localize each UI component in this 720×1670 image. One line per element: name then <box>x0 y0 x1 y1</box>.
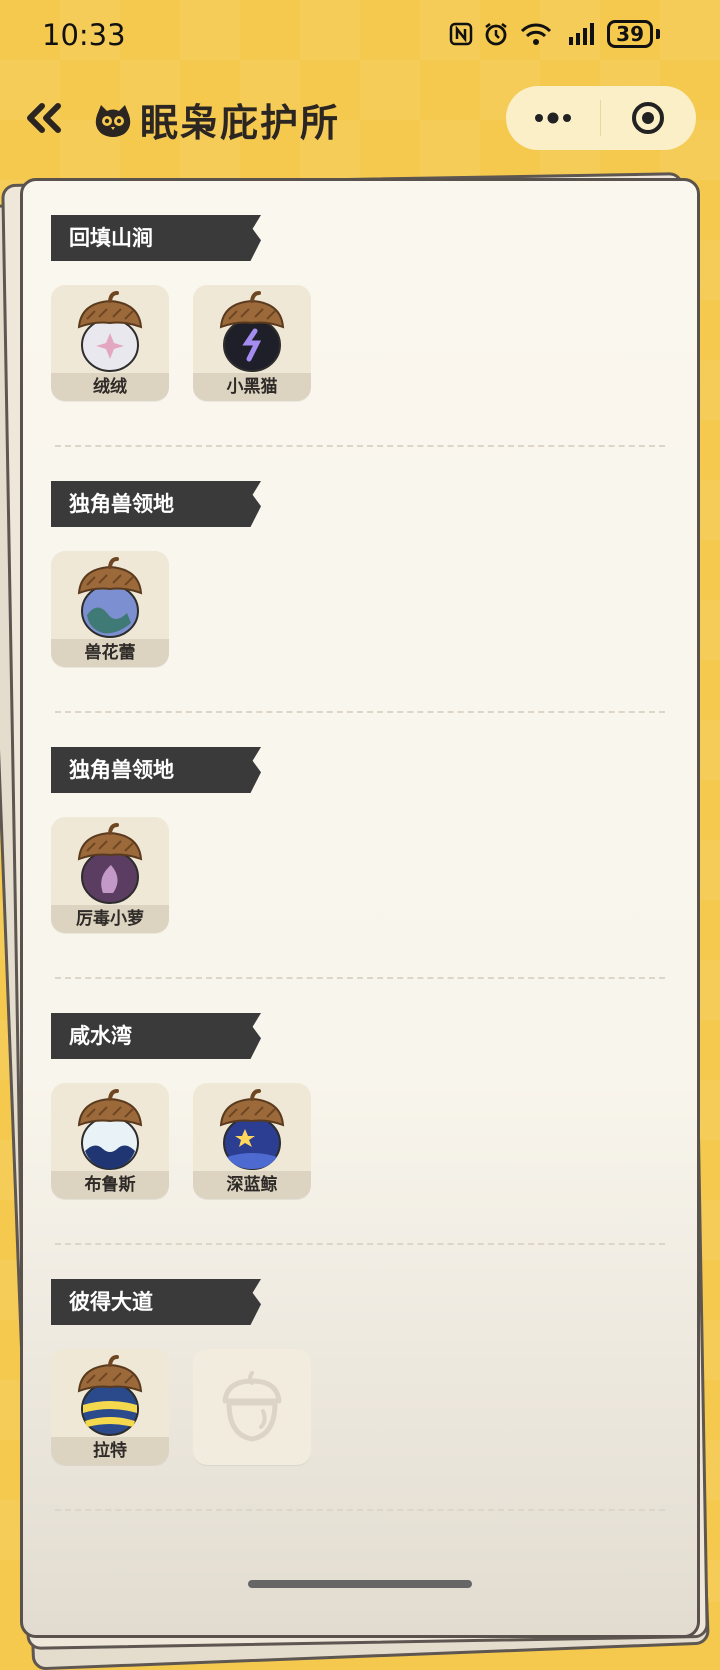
acorn-pet-icon <box>219 291 285 372</box>
pet-name: 绒绒 <box>51 373 169 401</box>
location-section: 咸水湾 布鲁斯 深蓝鲸 <box>51 979 671 1245</box>
battery-indicator: 39 <box>607 20 660 48</box>
pet-card[interactable]: 深蓝鲸 <box>193 1083 311 1199</box>
back-button[interactable] <box>22 100 66 136</box>
pet-card[interactable]: 小黑猫 <box>193 285 311 401</box>
status-time: 10:33 <box>42 18 126 52</box>
empty-slot <box>193 1349 311 1465</box>
battery-tip <box>656 29 660 39</box>
pet-name: 拉特 <box>51 1437 169 1465</box>
acorn-pet-icon <box>77 557 143 638</box>
pet-name: 深蓝鲸 <box>193 1171 311 1199</box>
cellular-signal-icon <box>569 23 595 45</box>
section-divider <box>55 1509 665 1511</box>
location-section: 独角兽领地 厉毒小萝 <box>51 713 671 979</box>
pet-card[interactable]: 布鲁斯 <box>51 1083 169 1199</box>
section-header: 独角兽领地 <box>51 747 261 793</box>
close-miniprogram-button[interactable] <box>601 86 695 150</box>
location-section: 回填山涧 绒绒 小黑猫 <box>51 181 671 447</box>
acorn-placeholder-icon <box>222 1371 282 1442</box>
more-button[interactable] <box>506 86 600 150</box>
home-indicator[interactable] <box>248 1580 472 1588</box>
pet-name: 兽花蕾 <box>51 639 169 667</box>
owl-logo-icon <box>95 104 131 137</box>
item-list: 绒绒 小黑猫 <box>51 285 311 401</box>
section-title: 独角兽领地 <box>69 492 174 516</box>
battery-level: 39 <box>607 20 653 48</box>
wifi-icon <box>521 23 552 45</box>
location-section: 彼得大道 拉特 <box>51 1245 671 1511</box>
acorn-pet-icon <box>77 291 143 372</box>
section-header: 彼得大道 <box>51 1279 261 1325</box>
header: 眠枭庇护所 <box>0 82 720 154</box>
acorn-pet-icon <box>77 1355 143 1436</box>
miniprogram-capsule <box>506 86 696 150</box>
collection-card: 回填山涧 绒绒 小黑猫 独角兽领地 兽花蕾 独角兽领地 厉毒小萝 咸水湾 布鲁斯… <box>20 178 700 1638</box>
location-section: 独角兽领地 兽花蕾 <box>51 447 671 713</box>
pet-card[interactable]: 绒绒 <box>51 285 169 401</box>
section-title: 独角兽领地 <box>69 758 174 782</box>
status-icons: 39 <box>449 20 660 48</box>
status-bar: 10:33 39 <box>0 0 720 72</box>
pet-name: 小黑猫 <box>193 373 311 401</box>
pet-name: 布鲁斯 <box>51 1171 169 1199</box>
item-list: 厉毒小萝 <box>51 817 169 933</box>
section-header: 独角兽领地 <box>51 481 261 527</box>
pet-card[interactable]: 厉毒小萝 <box>51 817 169 933</box>
section-title: 回填山涧 <box>69 226 153 250</box>
item-list: 兽花蕾 <box>51 551 169 667</box>
nfc-icon <box>449 22 473 46</box>
page-title: 眠枭庇护所 <box>140 101 341 145</box>
item-list: 拉特 <box>51 1349 311 1465</box>
pet-card[interactable]: 兽花蕾 <box>51 551 169 667</box>
section-header: 回填山涧 <box>51 215 261 261</box>
title-group: 眠枭庇护所 <box>92 92 340 147</box>
item-list: 布鲁斯 深蓝鲸 <box>51 1083 311 1199</box>
more-dots-icon <box>535 112 571 124</box>
acorn-pet-icon <box>77 1089 143 1170</box>
pet-name: 厉毒小萝 <box>51 905 169 933</box>
target-close-icon <box>632 102 664 134</box>
alarm-icon <box>485 23 507 46</box>
acorn-pet-icon <box>219 1089 285 1170</box>
section-title: 咸水湾 <box>69 1024 132 1048</box>
acorn-pet-icon <box>77 823 143 904</box>
section-title: 彼得大道 <box>69 1290 153 1314</box>
pet-card[interactable]: 拉特 <box>51 1349 169 1465</box>
section-header: 咸水湾 <box>51 1013 261 1059</box>
